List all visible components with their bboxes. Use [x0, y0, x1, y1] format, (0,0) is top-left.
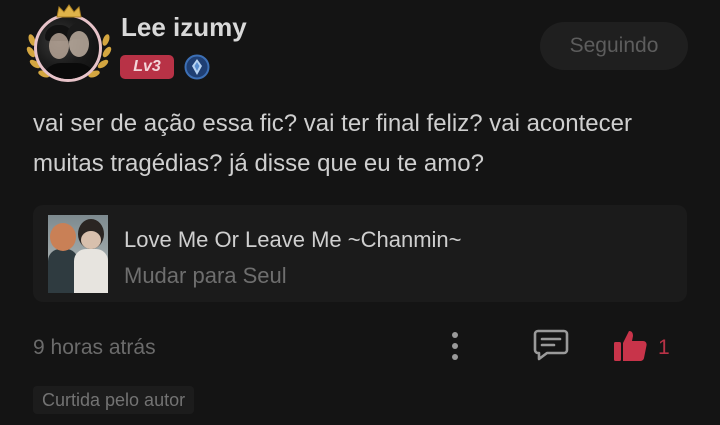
username[interactable]: Lee izumy — [121, 12, 247, 43]
following-button[interactable]: Seguindo — [540, 22, 688, 70]
story-card[interactable]: Love Me Or Leave Me ~Chanmin~ Mudar para… — [33, 205, 687, 302]
thumbs-up-icon[interactable] — [612, 328, 648, 364]
crown-icon — [56, 4, 82, 18]
level-badge: Lv3 — [120, 55, 174, 79]
reply-bubble-icon[interactable] — [533, 328, 569, 362]
liked-by-author-badge: Curtida pelo autor — [33, 386, 195, 414]
comment-text: vai ser de ação essa fic? vai ter final … — [33, 110, 632, 177]
rank-icon — [184, 54, 210, 80]
like-count: 1 — [658, 336, 670, 359]
story-chapter-title: Mudar para Seul — [124, 263, 287, 288]
comment-timestamp: 9 horas atrás — [33, 336, 156, 359]
avatar[interactable] — [34, 14, 102, 82]
more-vertical-icon[interactable] — [444, 330, 466, 362]
story-cover-image — [48, 215, 108, 293]
profile-avatar[interactable] — [26, 4, 112, 84]
story-title: Love Me Or Leave Me ~Chanmin~ — [124, 227, 462, 252]
